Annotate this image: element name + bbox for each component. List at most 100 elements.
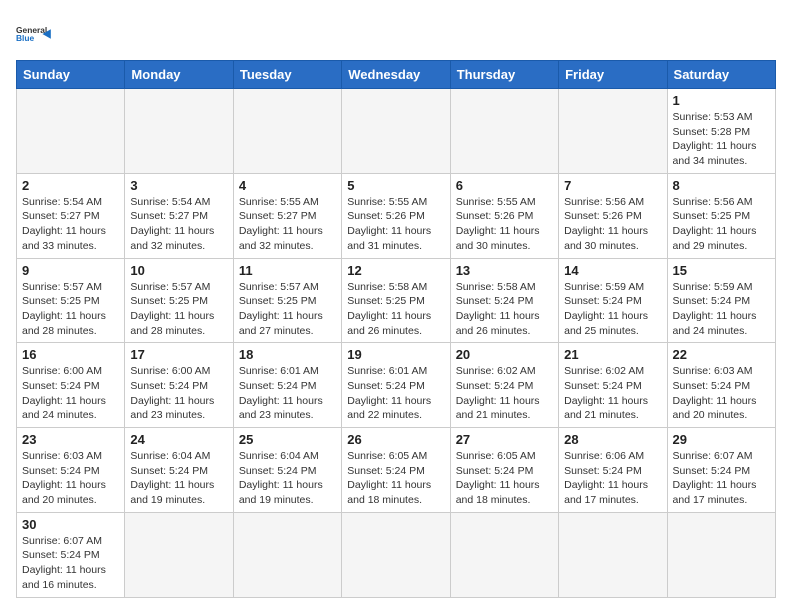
day-number: 30	[22, 517, 119, 532]
calendar-cell: 11 Sunrise: 5:57 AM Sunset: 5:25 PM Dayli…	[233, 258, 341, 343]
day-number: 13	[456, 263, 553, 278]
day-info: Sunrise: 6:07 AM Sunset: 5:24 PM Dayligh…	[22, 534, 119, 593]
calendar-week-1: 1 Sunrise: 5:53 AM Sunset: 5:28 PM Daylig…	[17, 89, 776, 174]
day-number: 6	[456, 178, 553, 193]
day-number: 8	[673, 178, 770, 193]
calendar-cell: 3 Sunrise: 5:54 AM Sunset: 5:27 PM Daylig…	[125, 173, 233, 258]
day-info: Sunrise: 6:05 AM Sunset: 5:24 PM Dayligh…	[456, 449, 553, 508]
day-number: 26	[347, 432, 444, 447]
calendar-cell: 18Sunrise: 6:01 AM Sunset: 5:24 PM Dayli…	[233, 343, 341, 428]
day-info: Sunrise: 5:55 AM Sunset: 5:26 PM Dayligh…	[347, 195, 444, 254]
day-info: Sunrise: 6:03 AM Sunset: 5:24 PM Dayligh…	[673, 364, 770, 423]
day-info: Sunrise: 5:54 AM Sunset: 5:27 PM Dayligh…	[22, 195, 119, 254]
day-info: Sunrise: 6:00 AM Sunset: 5:24 PM Dayligh…	[22, 364, 119, 423]
day-info: Sunrise: 6:00 AM Sunset: 5:24 PM Dayligh…	[130, 364, 227, 423]
day-info: Sunrise: 5:58 AM Sunset: 5:24 PM Dayligh…	[456, 280, 553, 339]
calendar-cell: 21 Sunrise: 6:02 AM Sunset: 5:24 PM Dayli…	[559, 343, 667, 428]
weekday-header-friday: Friday	[559, 61, 667, 89]
logo: General Blue	[16, 16, 52, 52]
day-number: 3	[130, 178, 227, 193]
weekday-header-sunday: Sunday	[17, 61, 125, 89]
day-info: Sunrise: 5:57 AM Sunset: 5:25 PM Dayligh…	[22, 280, 119, 339]
calendar-cell: 4Sunrise: 5:55 AM Sunset: 5:27 PM Daylig…	[233, 173, 341, 258]
calendar-cell: 22 Sunrise: 6:03 AM Sunset: 5:24 PM Dayli…	[667, 343, 775, 428]
calendar-cell	[233, 512, 341, 597]
day-number: 23	[22, 432, 119, 447]
page-header: General Blue	[16, 16, 776, 52]
calendar-cell: 29 Sunrise: 6:07 AM Sunset: 5:24 PM Dayli…	[667, 428, 775, 513]
day-info: Sunrise: 5:57 AM Sunset: 5:25 PM Dayligh…	[130, 280, 227, 339]
day-number: 24	[130, 432, 227, 447]
day-number: 14	[564, 263, 661, 278]
day-number: 15	[673, 263, 770, 278]
calendar-cell	[559, 89, 667, 174]
calendar-cell: 12 Sunrise: 5:58 AM Sunset: 5:25 PM Dayli…	[342, 258, 450, 343]
calendar-cell: 17 Sunrise: 6:00 AM Sunset: 5:24 PM Dayli…	[125, 343, 233, 428]
weekday-header-row: SundayMondayTuesdayWednesdayThursdayFrid…	[17, 61, 776, 89]
day-info: Sunrise: 6:04 AM Sunset: 5:24 PM Dayligh…	[239, 449, 336, 508]
day-number: 11	[239, 263, 336, 278]
calendar-cell	[667, 512, 775, 597]
calendar-week-3: 9 Sunrise: 5:57 AM Sunset: 5:25 PM Daylig…	[17, 258, 776, 343]
calendar-week-6: 30 Sunrise: 6:07 AM Sunset: 5:24 PM Dayli…	[17, 512, 776, 597]
calendar-body: 1 Sunrise: 5:53 AM Sunset: 5:28 PM Daylig…	[17, 89, 776, 598]
day-number: 10	[130, 263, 227, 278]
day-number: 29	[673, 432, 770, 447]
calendar-cell: 23Sunrise: 6:03 AM Sunset: 5:24 PM Dayli…	[17, 428, 125, 513]
day-number: 19	[347, 347, 444, 362]
calendar-cell: 15 Sunrise: 5:59 AM Sunset: 5:24 PM Dayli…	[667, 258, 775, 343]
day-number: 28	[564, 432, 661, 447]
calendar-table: SundayMondayTuesdayWednesdayThursdayFrid…	[16, 60, 776, 598]
day-info: Sunrise: 5:55 AM Sunset: 5:26 PM Dayligh…	[456, 195, 553, 254]
day-number: 21	[564, 347, 661, 362]
calendar-cell: 5 Sunrise: 5:55 AM Sunset: 5:26 PM Daylig…	[342, 173, 450, 258]
calendar-week-4: 16 Sunrise: 6:00 AM Sunset: 5:24 PM Dayli…	[17, 343, 776, 428]
day-number: 9	[22, 263, 119, 278]
calendar-cell	[233, 89, 341, 174]
day-info: Sunrise: 5:59 AM Sunset: 5:24 PM Dayligh…	[673, 280, 770, 339]
day-info: Sunrise: 5:57 AM Sunset: 5:25 PM Dayligh…	[239, 280, 336, 339]
day-info: Sunrise: 5:56 AM Sunset: 5:26 PM Dayligh…	[564, 195, 661, 254]
calendar-cell: 19Sunrise: 6:01 AM Sunset: 5:24 PM Dayli…	[342, 343, 450, 428]
svg-text:Blue: Blue	[16, 33, 35, 43]
calendar-cell	[559, 512, 667, 597]
day-number: 4	[239, 178, 336, 193]
calendar-cell: 2 Sunrise: 5:54 AM Sunset: 5:27 PM Daylig…	[17, 173, 125, 258]
day-number: 17	[130, 347, 227, 362]
day-number: 16	[22, 347, 119, 362]
weekday-header-monday: Monday	[125, 61, 233, 89]
calendar-cell	[450, 89, 558, 174]
day-info: Sunrise: 6:06 AM Sunset: 5:24 PM Dayligh…	[564, 449, 661, 508]
day-number: 22	[673, 347, 770, 362]
calendar-cell: 27 Sunrise: 6:05 AM Sunset: 5:24 PM Dayli…	[450, 428, 558, 513]
calendar-cell: 13 Sunrise: 5:58 AM Sunset: 5:24 PM Dayli…	[450, 258, 558, 343]
calendar-cell: 28 Sunrise: 6:06 AM Sunset: 5:24 PM Dayli…	[559, 428, 667, 513]
weekday-header-thursday: Thursday	[450, 61, 558, 89]
day-number: 12	[347, 263, 444, 278]
day-info: Sunrise: 5:53 AM Sunset: 5:28 PM Dayligh…	[673, 110, 770, 169]
day-info: Sunrise: 5:58 AM Sunset: 5:25 PM Dayligh…	[347, 280, 444, 339]
day-info: Sunrise: 6:02 AM Sunset: 5:24 PM Dayligh…	[564, 364, 661, 423]
day-info: Sunrise: 6:07 AM Sunset: 5:24 PM Dayligh…	[673, 449, 770, 508]
day-number: 2	[22, 178, 119, 193]
calendar-cell: 10 Sunrise: 5:57 AM Sunset: 5:25 PM Dayli…	[125, 258, 233, 343]
calendar-cell: 1 Sunrise: 5:53 AM Sunset: 5:28 PM Daylig…	[667, 89, 775, 174]
calendar-cell	[342, 89, 450, 174]
day-number: 27	[456, 432, 553, 447]
day-info: Sunrise: 6:02 AM Sunset: 5:24 PM Dayligh…	[456, 364, 553, 423]
calendar-cell: 6 Sunrise: 5:55 AM Sunset: 5:26 PM Daylig…	[450, 173, 558, 258]
day-number: 7	[564, 178, 661, 193]
day-info: Sunrise: 6:04 AM Sunset: 5:24 PM Dayligh…	[130, 449, 227, 508]
calendar-cell: 9 Sunrise: 5:57 AM Sunset: 5:25 PM Daylig…	[17, 258, 125, 343]
day-number: 18	[239, 347, 336, 362]
calendar-cell: 16 Sunrise: 6:00 AM Sunset: 5:24 PM Dayli…	[17, 343, 125, 428]
calendar-cell: 20Sunrise: 6:02 AM Sunset: 5:24 PM Dayli…	[450, 343, 558, 428]
day-info: Sunrise: 5:54 AM Sunset: 5:27 PM Dayligh…	[130, 195, 227, 254]
day-info: Sunrise: 5:59 AM Sunset: 5:24 PM Dayligh…	[564, 280, 661, 339]
calendar-week-2: 2 Sunrise: 5:54 AM Sunset: 5:27 PM Daylig…	[17, 173, 776, 258]
calendar-cell	[342, 512, 450, 597]
calendar-cell: 24 Sunrise: 6:04 AM Sunset: 5:24 PM Dayli…	[125, 428, 233, 513]
day-number: 1	[673, 93, 770, 108]
calendar-cell: 14 Sunrise: 5:59 AM Sunset: 5:24 PM Dayli…	[559, 258, 667, 343]
day-number: 5	[347, 178, 444, 193]
